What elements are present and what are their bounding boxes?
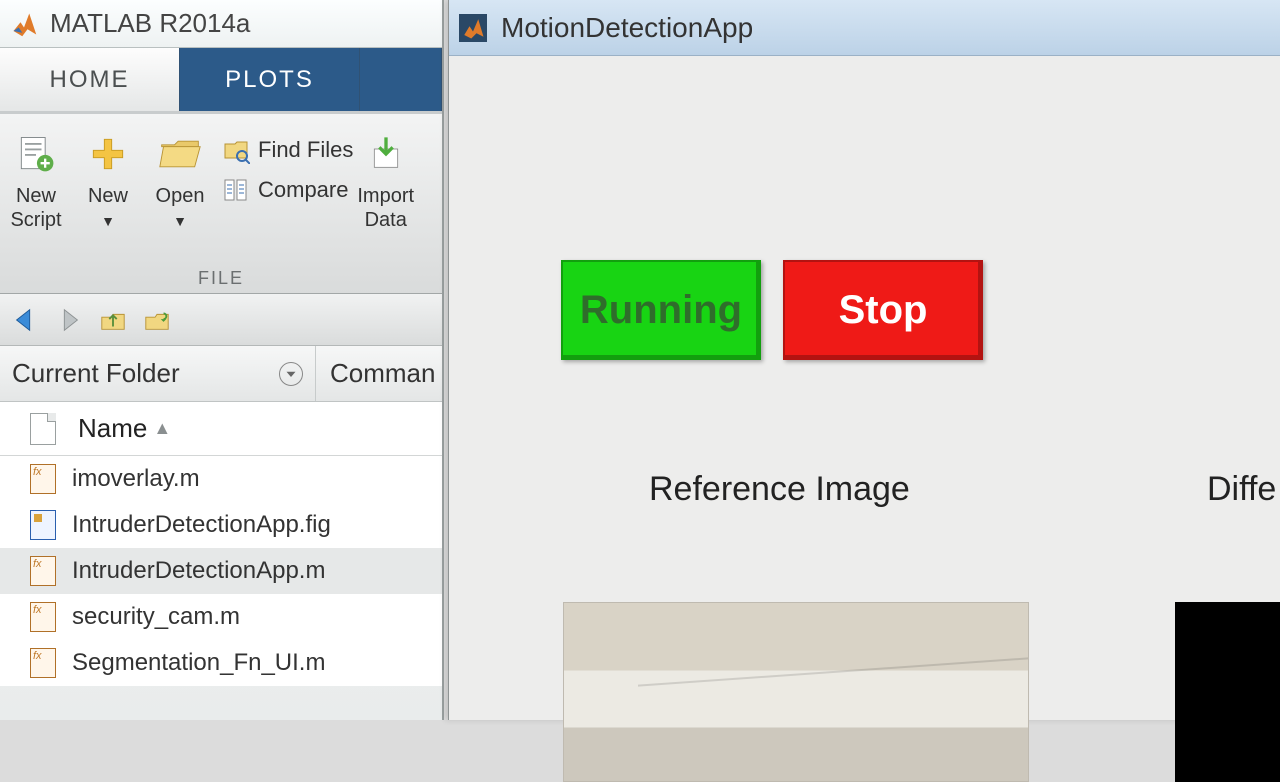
running-button-label: Running	[580, 288, 742, 333]
file-name: imoverlay.m	[72, 465, 200, 493]
find-files-label: Find Files	[258, 137, 353, 163]
name-column-header: Name	[78, 413, 147, 444]
matlab-logo-icon	[10, 10, 38, 38]
open-button[interactable]: Open▼	[154, 128, 206, 232]
file-name: Segmentation_Fn_UI.m	[72, 649, 325, 677]
new-label: New▼	[88, 184, 128, 232]
reference-image-label: Reference Image	[649, 470, 910, 509]
tab-home[interactable]: HOME	[0, 48, 180, 111]
file-row[interactable]: IntruderDetectionApp.fig	[0, 502, 442, 548]
new-script-button[interactable]: NewScript	[10, 128, 62, 232]
command-window-panel-header[interactable]: Comman	[316, 346, 447, 401]
fig-file-icon	[30, 510, 56, 540]
find-files-button[interactable]: Find Files	[222, 136, 353, 164]
file-subactions: Find Files Compare	[222, 136, 353, 204]
file-name: IntruderDetectionApp.m	[72, 557, 325, 585]
compare-icon	[222, 176, 250, 204]
tab-partial[interactable]	[360, 48, 442, 111]
tab-home-label: HOME	[50, 66, 130, 94]
forward-icon[interactable]	[54, 305, 84, 335]
file-list-header[interactable]: Name ▲	[0, 402, 442, 456]
new-script-label: NewScript	[10, 184, 61, 232]
toolstrip-section-label: FILE	[0, 268, 442, 289]
back-icon[interactable]	[10, 305, 40, 335]
m-file-icon	[30, 602, 56, 632]
app-title: MotionDetectionApp	[501, 12, 753, 44]
panel-headers: Current Folder Comman	[0, 346, 442, 402]
tab-plots[interactable]: PLOTS	[180, 48, 360, 111]
import-label: ImportData	[357, 184, 414, 232]
difference-image-label: Diffe	[1207, 470, 1276, 509]
browse-folder-icon[interactable]	[142, 305, 172, 335]
panel-menu-icon[interactable]	[279, 362, 303, 386]
app-body: Intruder Running Stop Reference Image Di…	[449, 56, 1280, 720]
file-row[interactable]: IntruderDetectionApp.m	[0, 548, 442, 594]
file-name: IntruderDetectionApp.fig	[72, 511, 331, 539]
matlab-title: MATLAB R2014a	[50, 8, 250, 39]
new-script-icon	[10, 128, 62, 180]
m-file-icon	[30, 648, 56, 678]
m-file-icon	[30, 464, 56, 494]
folder-open-icon	[154, 128, 206, 180]
file-name: security_cam.m	[72, 603, 240, 631]
chevron-down-icon: ▼	[173, 213, 187, 229]
sort-asc-icon: ▲	[153, 418, 171, 439]
command-window-label: Comman	[330, 358, 435, 389]
file-list: imoverlay.m IntruderDetectionApp.fig Intru…	[0, 456, 442, 686]
reference-image	[563, 602, 1029, 782]
ribbon-tabs: HOME PLOTS	[0, 48, 442, 114]
import-icon	[360, 128, 412, 180]
plus-icon	[82, 128, 134, 180]
app-titlebar: MotionDetectionApp	[449, 0, 1280, 56]
stop-button[interactable]: Stop	[783, 260, 983, 360]
import-data-button[interactable]: ImportData	[357, 128, 414, 232]
motion-detection-app-window: MotionDetectionApp Intruder Running Stop…	[448, 0, 1280, 720]
file-row[interactable]: Segmentation_Fn_UI.m	[0, 640, 442, 686]
current-folder-label: Current Folder	[12, 358, 180, 389]
chevron-down-icon: ▼	[101, 213, 115, 229]
tab-plots-label: PLOTS	[225, 66, 314, 94]
current-folder-panel-header[interactable]: Current Folder	[0, 346, 316, 401]
address-navbar	[0, 294, 442, 346]
file-row[interactable]: imoverlay.m	[0, 456, 442, 502]
file-icon	[30, 413, 56, 445]
new-button[interactable]: New▼	[82, 128, 134, 232]
stop-button-label: Stop	[839, 288, 928, 333]
open-label: Open▼	[156, 184, 205, 232]
compare-button[interactable]: Compare	[222, 176, 353, 204]
find-files-icon	[222, 136, 250, 164]
toolstrip-file-section: NewScript New▼ Open▼ Find Files	[0, 114, 442, 294]
m-file-icon	[30, 556, 56, 586]
matlab-app-icon	[459, 14, 487, 42]
file-row[interactable]: security_cam.m	[0, 594, 442, 640]
difference-image	[1175, 602, 1280, 782]
matlab-window: MATLAB R2014a HOME PLOTS NewScript New▼ …	[0, 0, 444, 720]
matlab-titlebar: MATLAB R2014a	[0, 0, 442, 48]
up-folder-icon[interactable]	[98, 305, 128, 335]
running-button[interactable]: Running	[561, 260, 761, 360]
compare-label: Compare	[258, 177, 348, 203]
